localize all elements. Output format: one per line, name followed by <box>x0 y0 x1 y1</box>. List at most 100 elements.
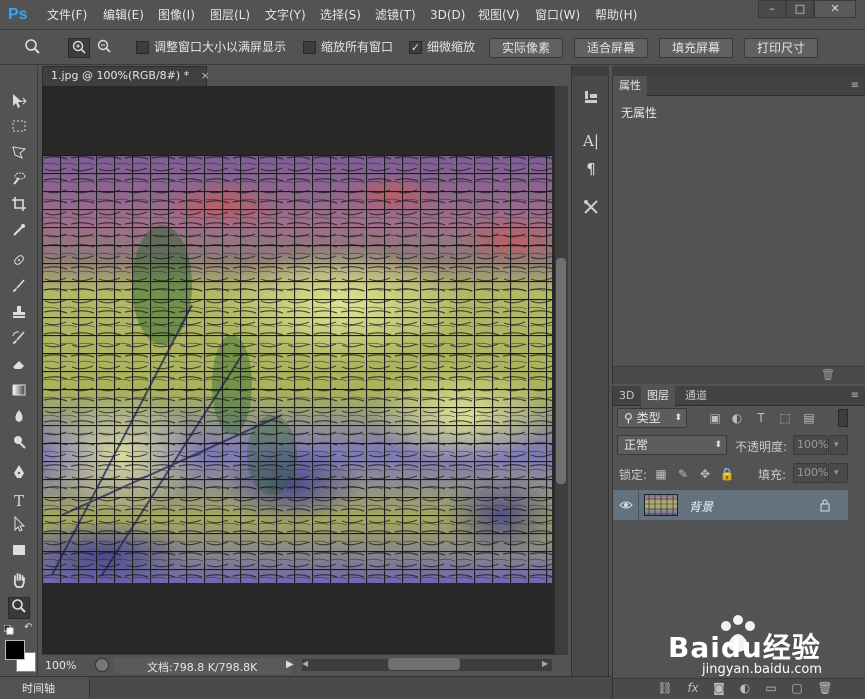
lock-position-icon[interactable]: ✥ <box>697 466 713 482</box>
document-image[interactable] <box>42 155 552 583</box>
layer-lock-icon <box>819 498 831 512</box>
menu-type[interactable]: 文字(Y) <box>265 7 306 23</box>
tab-3d[interactable]: 3D <box>613 386 640 406</box>
zoom-out-icon[interactable] <box>93 38 115 58</box>
menu-select[interactable]: 选择(S) <box>320 7 361 23</box>
character-panel-icon[interactable]: A| <box>580 130 602 152</box>
filter-toggle-icon[interactable] <box>838 409 848 427</box>
layer-thumbnail <box>644 494 678 516</box>
lock-label: 锁定: <box>619 468 648 482</box>
scroll-left-icon[interactable]: ◀ <box>302 659 308 668</box>
horizontal-scroll-thumb[interactable] <box>388 658 460 670</box>
maximize-button[interactable]: □ <box>786 0 814 18</box>
pixel-filter-icon[interactable]: ▣ <box>707 410 723 426</box>
resize-windows-checkbox[interactable] <box>136 41 149 54</box>
menu-view[interactable]: 视图(V) <box>478 7 520 23</box>
scrubby-zoom-checkbox[interactable]: ✓ <box>409 41 422 54</box>
zoom-all-windows-checkbox[interactable] <box>303 41 316 54</box>
paragraph-panel-icon[interactable]: ¶ <box>580 158 602 180</box>
zoom-level[interactable]: 100% <box>45 659 76 672</box>
delete-icon[interactable]: 🗑 <box>821 368 835 381</box>
clone-stamp-tool-icon[interactable] <box>8 304 30 326</box>
menu-window[interactable]: 窗口(W) <box>535 7 580 23</box>
type-filter-icon[interactable]: T <box>753 410 769 426</box>
timeline-tab[interactable]: 时间轴 <box>22 680 55 696</box>
eyedropper-tool-icon[interactable] <box>8 222 30 244</box>
shape-filter-icon[interactable]: ⬚ <box>777 410 793 426</box>
type-tool-icon[interactable]: T <box>8 490 30 512</box>
lock-image-icon[interactable]: ✎ <box>675 466 691 482</box>
new-group-icon[interactable]: ▭ <box>763 680 779 696</box>
adjustment-layer-icon[interactable]: ◐ <box>737 680 753 696</box>
menu-filter[interactable]: 滤镜(T) <box>375 7 416 23</box>
move-tool-icon[interactable] <box>8 92 30 114</box>
zoom-tool-preset-icon[interactable] <box>22 38 44 58</box>
panel-menu-icon[interactable]: ≡ <box>851 80 859 91</box>
minimize-button[interactable]: – <box>758 0 786 18</box>
hand-tool-icon[interactable] <box>8 572 30 594</box>
pen-tool-icon[interactable] <box>8 464 30 486</box>
adjustment-filter-icon[interactable]: ◐ <box>729 410 745 426</box>
zoom-all-windows-label: 缩放所有窗口 <box>321 40 394 54</box>
quick-selection-tool-icon[interactable] <box>8 170 30 192</box>
history-panel-icon[interactable] <box>580 88 602 110</box>
menu-3d[interactable]: 3D(D) <box>430 7 465 23</box>
zoom-in-icon[interactable] <box>68 38 90 58</box>
gradient-tool-icon[interactable] <box>8 382 30 404</box>
add-mask-icon[interactable]: ◙ <box>711 680 727 696</box>
healing-brush-tool-icon[interactable] <box>8 252 30 274</box>
fill-dropdown-icon[interactable]: ▾ <box>828 463 848 483</box>
actual-pixels-button[interactable]: 实际像素 <box>489 38 563 58</box>
opacity-dropdown-icon[interactable]: ▾ <box>828 435 848 455</box>
status-menu-arrow-icon[interactable]: ▶ <box>286 659 294 670</box>
blur-tool-icon[interactable] <box>8 408 30 430</box>
layers-panel-menu-icon[interactable]: ≡ <box>851 390 859 401</box>
foreground-color-swatch[interactable] <box>5 640 25 660</box>
path-selection-tool-icon[interactable] <box>8 515 30 538</box>
zoom-tool-icon[interactable] <box>8 597 30 619</box>
layer-visibility-eye-icon[interactable] <box>619 499 633 511</box>
status-info-icon[interactable] <box>95 658 109 672</box>
menu-image[interactable]: 图像(I) <box>158 7 195 23</box>
delete-layer-icon[interactable]: 🗑 <box>817 680 833 696</box>
layer-name[interactable]: 背景 <box>689 498 713 515</box>
lock-all-icon[interactable]: 🔒 <box>719 466 735 482</box>
menu-edit[interactable]: 编辑(E) <box>103 7 144 23</box>
eraser-tool-icon[interactable] <box>8 356 30 378</box>
opacity-input[interactable]: 100% <box>793 435 828 455</box>
tab-properties[interactable]: 属性 <box>613 76 647 96</box>
link-layers-icon[interactable]: ⛓ <box>657 680 673 696</box>
lock-transparent-icon[interactable]: ▦ <box>653 466 669 482</box>
scroll-right-icon[interactable]: ▶ <box>542 659 548 668</box>
fit-screen-button[interactable]: 适合屏幕 <box>574 38 648 58</box>
brush-tool-icon[interactable] <box>8 278 30 300</box>
close-tab-icon[interactable]: × <box>201 69 210 82</box>
blend-mode-dropdown[interactable]: 正常 ⬍ <box>617 435 727 455</box>
menu-help[interactable]: 帮助(H) <box>595 7 637 23</box>
tool-presets-icon[interactable] <box>580 198 602 220</box>
smart-object-filter-icon[interactable]: ▤ <box>801 410 817 426</box>
tab-layers[interactable]: 图层 <box>641 386 675 406</box>
new-layer-icon[interactable]: ▢ <box>789 680 805 696</box>
close-button[interactable]: ✕ <box>814 0 856 18</box>
tab-channels[interactable]: 通道 <box>679 386 713 406</box>
default-colors-icon[interactable] <box>3 624 14 635</box>
menu-layer[interactable]: 图层(L) <box>210 7 250 23</box>
swap-colors-icon[interactable]: ↶ <box>24 622 36 634</box>
menu-file[interactable]: 文件(F) <box>47 7 87 23</box>
dodge-tool-icon[interactable] <box>8 434 30 456</box>
layer-style-icon[interactable]: fx <box>685 680 701 696</box>
layer-filter-dropdown[interactable]: ⚲ 类型 ⬍ <box>617 408 687 428</box>
lasso-tool-icon[interactable] <box>8 144 30 166</box>
rectangle-tool-icon[interactable] <box>8 542 30 564</box>
history-brush-tool-icon[interactable] <box>8 330 30 352</box>
layer-row[interactable]: 背景 <box>613 490 848 520</box>
document-tab[interactable]: 1.jpg @ 100%(RGB/8#) * × <box>42 66 210 86</box>
crop-tool-icon[interactable] <box>8 196 30 218</box>
fill-input[interactable]: 100% <box>793 463 828 483</box>
fill-screen-button[interactable]: 填充屏幕 <box>659 38 733 58</box>
resize-windows-label: 调整窗口大小以满屏显示 <box>154 40 287 54</box>
print-size-button[interactable]: 打印尺寸 <box>744 38 818 58</box>
marquee-tool-icon[interactable] <box>8 118 30 140</box>
vertical-scroll-thumb[interactable] <box>556 258 566 484</box>
